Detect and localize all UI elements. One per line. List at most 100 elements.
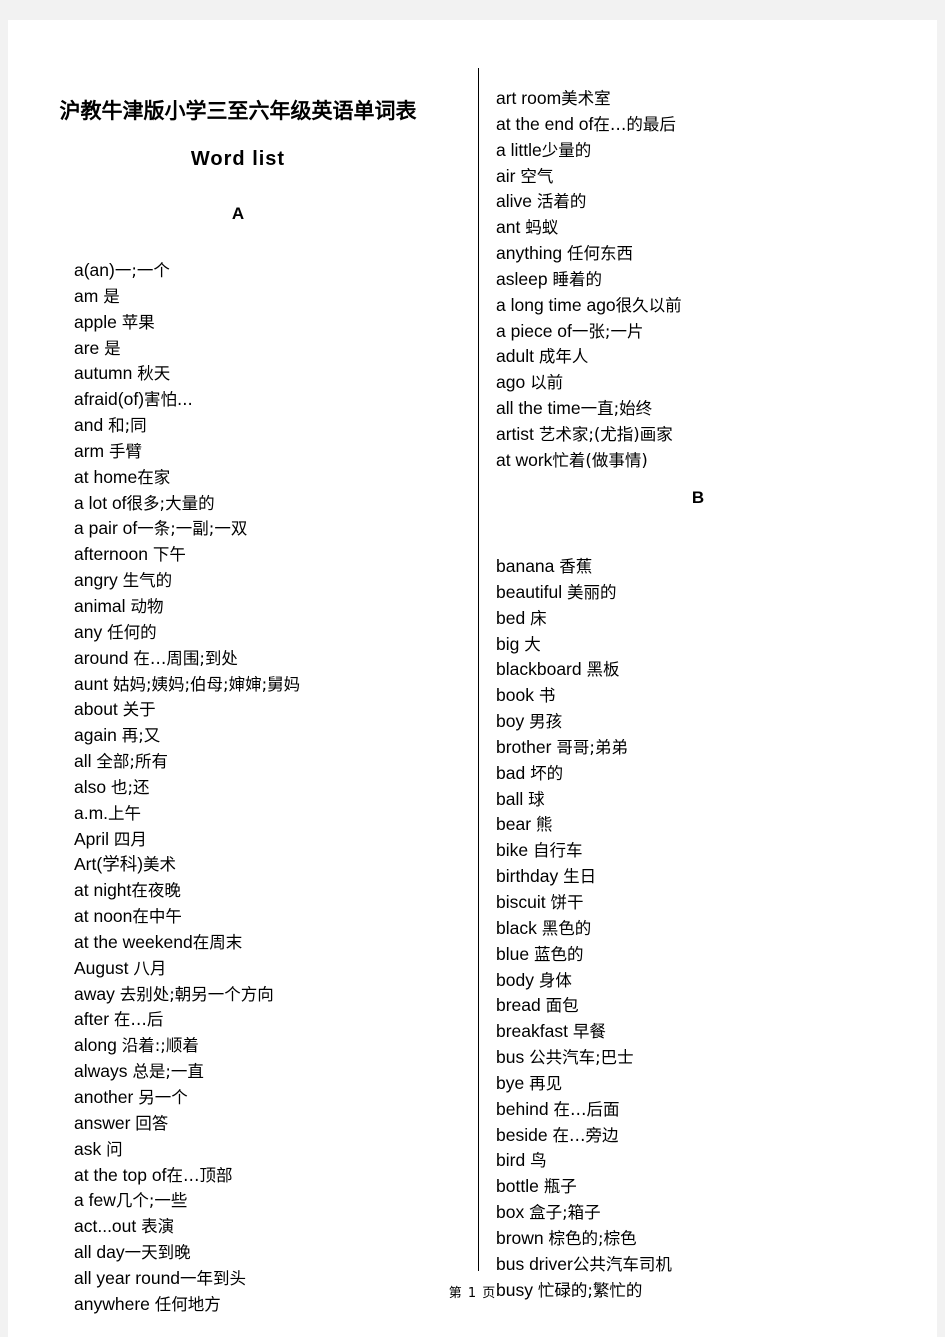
word-entry-english: always <box>74 1061 128 1082</box>
word-entry: at the top of在…顶部 <box>74 1163 469 1189</box>
word-entry-english: autumn <box>74 363 133 384</box>
word-entry: after 在…后 <box>74 1007 469 1033</box>
word-entry-chinese: 和;同 <box>108 416 147 436</box>
word-entry-english: around <box>74 647 129 668</box>
word-entry-chinese: 活着的 <box>536 192 587 212</box>
word-entry-english: ball <box>496 788 524 809</box>
word-entry: beside 在…旁边 <box>496 1123 916 1149</box>
word-entry-chinese: 一条;一副;一双 <box>137 519 248 539</box>
word-entry: aunt 姑妈;姨妈;伯母;婶婶;舅妈 <box>74 672 469 698</box>
word-entry: bird 鸟 <box>496 1148 916 1174</box>
word-entry: apple 苹果 <box>74 310 469 336</box>
word-entry-english: all <box>74 751 92 772</box>
word-entry-english: bird <box>496 1150 526 1171</box>
word-entry-chinese: 在…旁边 <box>552 1125 619 1145</box>
word-entry: all the time一直;始终 <box>496 396 916 422</box>
word-entry: angry 生气的 <box>74 568 469 594</box>
word-entry: Art(学科)美术 <box>74 852 469 878</box>
word-entry: all day一天到晚 <box>74 1240 469 1266</box>
word-entry: about 关于 <box>74 697 469 723</box>
word-entry: bear 熊 <box>496 812 916 838</box>
word-entry-english: August <box>74 957 129 978</box>
word-entry-chinese: 公共汽车;巴士 <box>529 1048 634 1068</box>
word-entry: black 黑色的 <box>496 916 916 942</box>
word-entry-english: a piece of <box>496 320 572 341</box>
word-entry-chinese: 沿着:;顺着 <box>121 1036 199 1056</box>
word-entry-english: bottle <box>496 1176 539 1197</box>
word-entry-chinese: 关于 <box>122 700 156 720</box>
word-entry-chinese: 一天到晚 <box>124 1243 191 1263</box>
word-entry: biscuit 饼干 <box>496 890 916 916</box>
word-entry-english: bed <box>496 607 526 628</box>
word-entry-chinese: 生气的 <box>122 571 173 591</box>
word-entry: along 沿着:;顺着 <box>74 1033 469 1059</box>
word-entry: afraid(of)害怕... <box>74 387 469 413</box>
word-entry-english: answer <box>74 1112 131 1133</box>
word-entry-chinese: 去别处;朝另一个方向 <box>119 984 274 1004</box>
word-entry: at home在家 <box>74 465 469 491</box>
word-entry: at night在夜晚 <box>74 878 469 904</box>
word-entry-english: adult <box>496 346 534 367</box>
word-entry-english: another <box>74 1087 134 1107</box>
word-entry-english: at work <box>496 449 553 470</box>
document-page: 沪教牛津版小学三至六年级英语单词表 Word list A a(an)一;一个 a… <box>8 20 937 1337</box>
word-entry-chinese: 在…后面 <box>553 1099 620 1119</box>
word-entry: answer 回答 <box>74 1111 469 1137</box>
word-entry: birthday 生日 <box>496 864 916 890</box>
word-entry: a pair of一条;一副;一双 <box>74 516 469 542</box>
word-entry: bye 再见 <box>496 1071 916 1097</box>
word-entry-chinese: 苹果 <box>121 312 155 332</box>
word-entry-chinese: 再;又 <box>121 726 161 746</box>
word-entry-chinese: 坏的 <box>530 763 564 783</box>
word-entry-english: brother <box>496 736 552 757</box>
word-entry-english: big <box>496 633 520 654</box>
word-entry-english: a pair of <box>74 518 138 539</box>
word-entry-english: bye <box>496 1072 525 1093</box>
word-entry: a(an)一;一个 <box>74 258 469 284</box>
word-entry-chinese: 少量的 <box>541 140 592 160</box>
word-entry-english: April <box>74 828 110 849</box>
word-entry: beautiful 美丽的 <box>496 580 916 606</box>
word-entry-chinese: 黑板 <box>586 660 620 680</box>
word-entry-english: box <box>496 1202 525 1223</box>
word-entry-english: brown <box>496 1227 544 1248</box>
word-entry-chinese: 美术 <box>143 855 177 875</box>
word-entry: brown 棕色的;棕色 <box>496 1226 916 1252</box>
word-entry-chinese: 在中午 <box>132 907 182 927</box>
word-entry: banana 香蕉 <box>496 554 916 580</box>
word-entry-chinese: 睡着的 <box>552 269 602 289</box>
word-entry-english: alive <box>496 191 532 212</box>
word-entry-chinese: 香蕉 <box>559 557 593 576</box>
word-entry-english: black <box>496 917 537 938</box>
word-entry-chinese: 在…后 <box>113 1010 164 1030</box>
letter-heading-a: A <box>231 204 245 223</box>
word-entry: another 另一个 <box>74 1085 469 1111</box>
word-entry-english: am <box>74 285 99 306</box>
word-entry-chinese: 空气 <box>520 166 554 186</box>
word-entry: bed 床 <box>496 606 916 632</box>
word-entry-chinese: 全部;所有 <box>96 752 168 772</box>
word-entry-chinese: 一直;始终 <box>580 399 653 419</box>
word-entry-chinese: 一张;一片 <box>571 321 644 341</box>
word-entry: alive 活着的 <box>496 189 916 215</box>
word-entry-english: afraid(of) <box>74 389 145 410</box>
document-subtitle: Word list <box>190 148 286 170</box>
word-entry: bike 自行车 <box>496 838 916 864</box>
word-entry: art room美术室 <box>496 86 916 112</box>
word-entry-chinese: 秋天 <box>137 364 171 384</box>
word-entry-english: a little <box>496 139 542 160</box>
word-entry-english: act...out <box>74 1216 137 1237</box>
page-footer: 第 1 页 <box>448 1286 497 1301</box>
word-entry-english: boy <box>496 711 525 732</box>
word-entry: August 八月 <box>74 956 469 982</box>
word-entry: adult 成年人 <box>496 344 916 370</box>
word-entry-chinese: 盒子;箱子 <box>529 1203 601 1223</box>
word-entry-chinese: 下午 <box>152 545 186 565</box>
word-entry-english: a(an) <box>74 260 115 280</box>
word-entry-english: a.m. <box>74 802 109 823</box>
word-entry-chinese: 动物 <box>130 596 164 616</box>
word-entry-chinese: 问 <box>106 1139 123 1159</box>
word-entry: ask 问 <box>74 1137 469 1163</box>
word-entry-chinese: 再见 <box>529 1073 563 1093</box>
word-entry-chinese: 很久以前 <box>615 295 682 315</box>
